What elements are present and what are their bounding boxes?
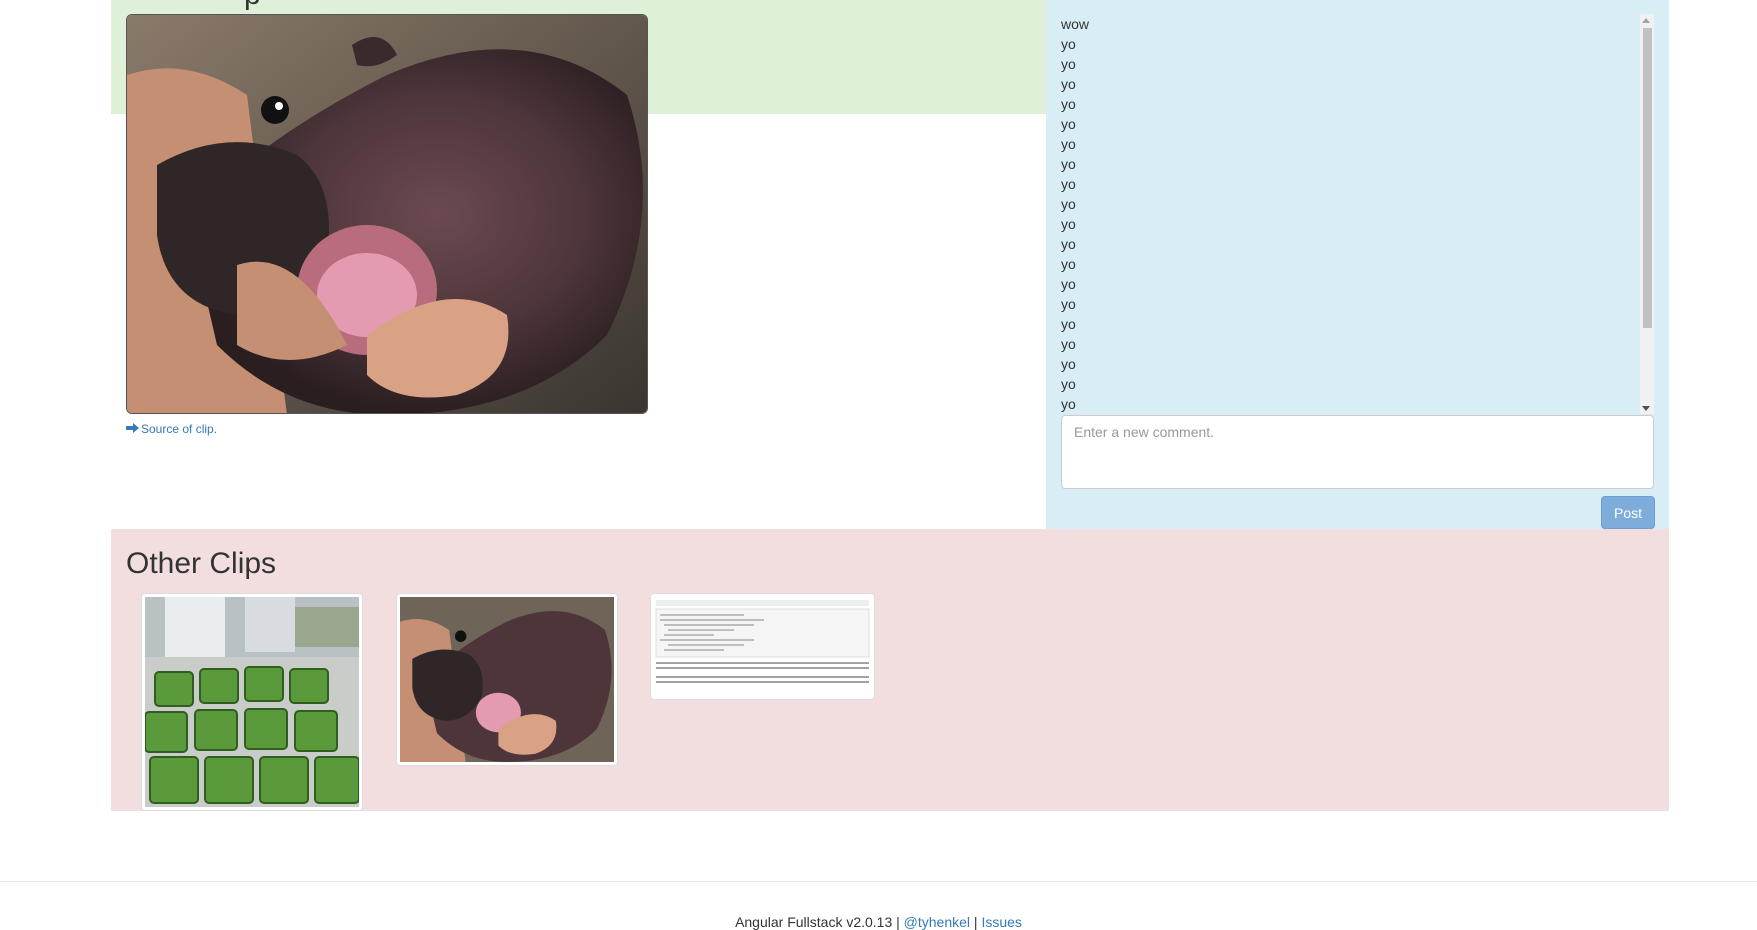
thumbnail-baby-hippo[interactable]: [396, 593, 618, 766]
comment-item: yo: [1061, 296, 1076, 312]
comment-input[interactable]: [1061, 415, 1654, 489]
comment-item: yo: [1061, 216, 1076, 232]
footer-author-link[interactable]: @tyhenkel: [904, 914, 970, 930]
comment-item: yo: [1061, 36, 1076, 52]
footer-divider: [0, 881, 1757, 882]
scroll-down-icon[interactable]: [1642, 406, 1650, 411]
comment-item: yo: [1061, 256, 1076, 272]
comments-panel: wow yo yo yo yo yo yo yo yo yo yo yo yo yo yo yo yo yo yo y…: [1046, 0, 1669, 529]
other-clips-section: Other Clips: [111, 529, 1669, 811]
other-clips-title: Other Clips: [126, 547, 277, 580]
thumbnail-square-watermelons[interactable]: [141, 593, 363, 811]
comment-item: yo: [1061, 76, 1076, 92]
comment-item: yo: [1061, 236, 1076, 252]
source-link-label: Source of clip.: [141, 422, 218, 436]
comment-item: yo: [1061, 56, 1076, 72]
comment-item: yo: [1061, 276, 1076, 292]
comment-item: yo: [1061, 156, 1076, 172]
comment-scrollbar[interactable]: [1640, 14, 1654, 414]
footer-version-text: Angular Fullstack v2.0.13 |: [735, 914, 904, 930]
source-of-clip-link[interactable]: Source of clip.: [126, 422, 217, 436]
comment-item: yo: [1061, 336, 1076, 352]
scrollbar-thumb[interactable]: [1643, 28, 1652, 328]
comment-item: yo: [1061, 316, 1076, 332]
arrow-right-icon: [126, 422, 139, 436]
thumbnail-code-documentation[interactable]: [650, 593, 875, 700]
footer-issues-link[interactable]: Issues: [981, 914, 1021, 930]
comment-item: yo: [1061, 116, 1076, 132]
comment-item: yo: [1061, 376, 1076, 392]
comment-item: yo: [1061, 396, 1076, 412]
comment-list[interactable]: wow yo yo yo yo yo yo yo yo yo yo yo yo yo yo yo yo yo yo y…: [1061, 14, 1654, 414]
comment-item: yo: [1061, 356, 1076, 372]
comment-item: yo: [1061, 136, 1076, 152]
footer: Angular Fullstack v2.0.13 | @tyhenkel | …: [0, 914, 1757, 930]
post-button[interactable]: Post: [1601, 496, 1655, 529]
comment-item: yo: [1061, 96, 1076, 112]
main-clip-image: [126, 14, 648, 414]
comment-item: yo: [1061, 196, 1076, 212]
footer-separator: |: [970, 914, 982, 930]
comment-item: yo: [1061, 176, 1076, 192]
comment-item: wow: [1061, 16, 1090, 32]
clip-title: p: [244, 0, 261, 12]
scroll-up-icon[interactable]: [1642, 18, 1650, 23]
